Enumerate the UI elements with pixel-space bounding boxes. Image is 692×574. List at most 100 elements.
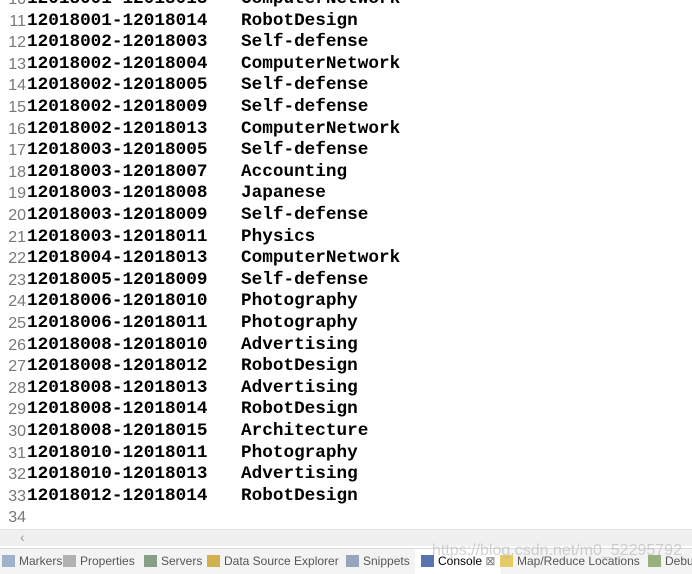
line-number: 25 [8,315,26,332]
pair-ids: 12018003-12018008 [27,183,208,204]
tab-label: Snippets [363,554,410,568]
course-name: ComputerNetwork [241,0,400,11]
line-number: 13 [8,55,26,73]
line-number: 24 [8,293,26,311]
tab-debu[interactable]: Debu [648,549,692,574]
pair-ids: 12018002-12018013 [27,118,208,139]
course-name: ComputerNetwork [241,118,401,139]
line-number: 30 [8,423,26,440]
pair-ids: 12018006-12018010 [27,291,208,312]
pair-ids: 12018008-12018015 [27,421,208,441]
pair-ids: 12018004-12018013 [27,248,208,269]
line-number: 14 [8,77,26,95]
course-name: RobotDesign [241,10,358,31]
line-number: 31 [8,444,26,462]
pair-ids: 12018008-12018012 [27,356,208,377]
database-icon [207,555,220,567]
pair-ids: 12018002-12018009 [27,97,208,117]
pair-ids: 12018008-12018014 [27,399,208,420]
tab-label: Markers [19,554,63,568]
pair-ids: 12018001-12018014 [27,10,208,31]
line-number: 34 [8,509,26,527]
elephant-icon [500,555,513,567]
course-name: Architecture [241,421,369,441]
scroll-left-arrow[interactable]: ‹ [20,529,25,545]
tab-properties[interactable]: Properties [63,549,135,574]
course-name: Advertising [241,334,358,355]
course-name: Japanese [241,183,326,204]
course-name: ComputerNetwork [241,248,401,269]
course-name: Self-defense [241,97,369,117]
course-name: RobotDesign [241,399,358,420]
line-number: 22 [8,250,26,268]
course-name: Self-defense [241,269,369,290]
tab-label: Debu [665,554,692,568]
pair-ids: 12018003-12018007 [27,161,208,182]
course-name: Self-defense [241,75,369,96]
line-number: 12 [8,34,26,52]
course-name: ComputerNetwork [241,53,401,74]
pair-ids: 12018006-12018011 [27,313,208,333]
snippets-icon [346,555,359,567]
pair-ids: 12018001-12018013 [27,0,207,11]
course-name: Self-defense [241,140,369,161]
tab-data-source-explorer[interactable]: Data Source Explorer [207,549,339,574]
pair-ids: 12018008-12018013 [27,377,208,398]
servers-icon [144,555,157,567]
line-number: 15 [8,99,26,116]
tab-servers[interactable]: Servers [144,549,202,574]
tab-console[interactable]: Console ⊠ [415,549,502,574]
tab-label: Servers [161,554,203,568]
line-number: 10 [0,0,26,11]
course-name: Photography [241,313,358,333]
tab-label: Map/Reduce Locations [517,554,640,568]
course-name: Advertising [241,377,358,398]
course-name: RobotDesign [241,356,358,377]
pair-ids: 12018002-12018005 [27,75,208,96]
line-number: 16 [8,120,26,138]
pair-ids: 12018002-12018003 [27,32,208,53]
line-number: 26 [8,336,26,354]
pair-ids: 12018012-12018014 [27,485,208,506]
bottom-view-tabs: Markers Properties Servers Data Source Expl… [0,548,692,574]
line-number: 27 [8,358,26,376]
course-name: Photography [241,442,358,463]
properties-icon [63,555,76,567]
course-name: Self-defense [241,32,369,53]
line-number: 23 [8,271,26,289]
line-number: 28 [8,379,26,397]
tab-snippets[interactable]: Snippets [346,549,410,574]
line-number: 18 [8,163,26,181]
course-name: Accounting [241,161,348,182]
pair-ids: 12018003-12018011 [27,226,208,247]
pair-ids: 12018010-12018013 [27,464,208,485]
course-name: RobotDesign [241,485,358,506]
line-number: 29 [8,401,26,419]
line-number: 21 [8,228,26,246]
pair-ids: 12018003-12018005 [27,140,208,161]
close-icon[interactable]: ⊠ [485,554,495,568]
text-editor[interactable]: 1012018001-12018013ComputerNetwork111201… [0,0,692,529]
debug-icon [648,555,661,567]
course-name: Physics [241,226,316,247]
course-name: Self-defense [241,205,369,225]
tab-label: Console [438,554,483,568]
tab-map-reduce-locations[interactable]: Map/Reduce Locations [500,549,640,574]
console-icon [421,555,434,567]
pair-ids: 12018002-12018004 [27,53,208,74]
line-number: 32 [8,466,26,484]
tab-label: Data Source Explorer [224,554,339,568]
tab-markers[interactable]: Markers [2,549,62,574]
pair-ids: 12018010-12018011 [27,442,208,463]
course-name: Photography [241,291,358,312]
tab-label: Properties [80,554,135,568]
horizontal-scrollbar[interactable]: ‹ [0,529,692,546]
line-number: 20 [8,207,26,224]
markers-icon [2,555,15,567]
course-name: Advertising [241,464,358,485]
line-number: 11 [9,12,26,30]
line-number: 19 [8,185,26,203]
pair-ids: 12018005-12018009 [27,269,208,290]
line-number: 17 [8,142,26,160]
pair-ids: 12018003-12018009 [27,205,208,225]
